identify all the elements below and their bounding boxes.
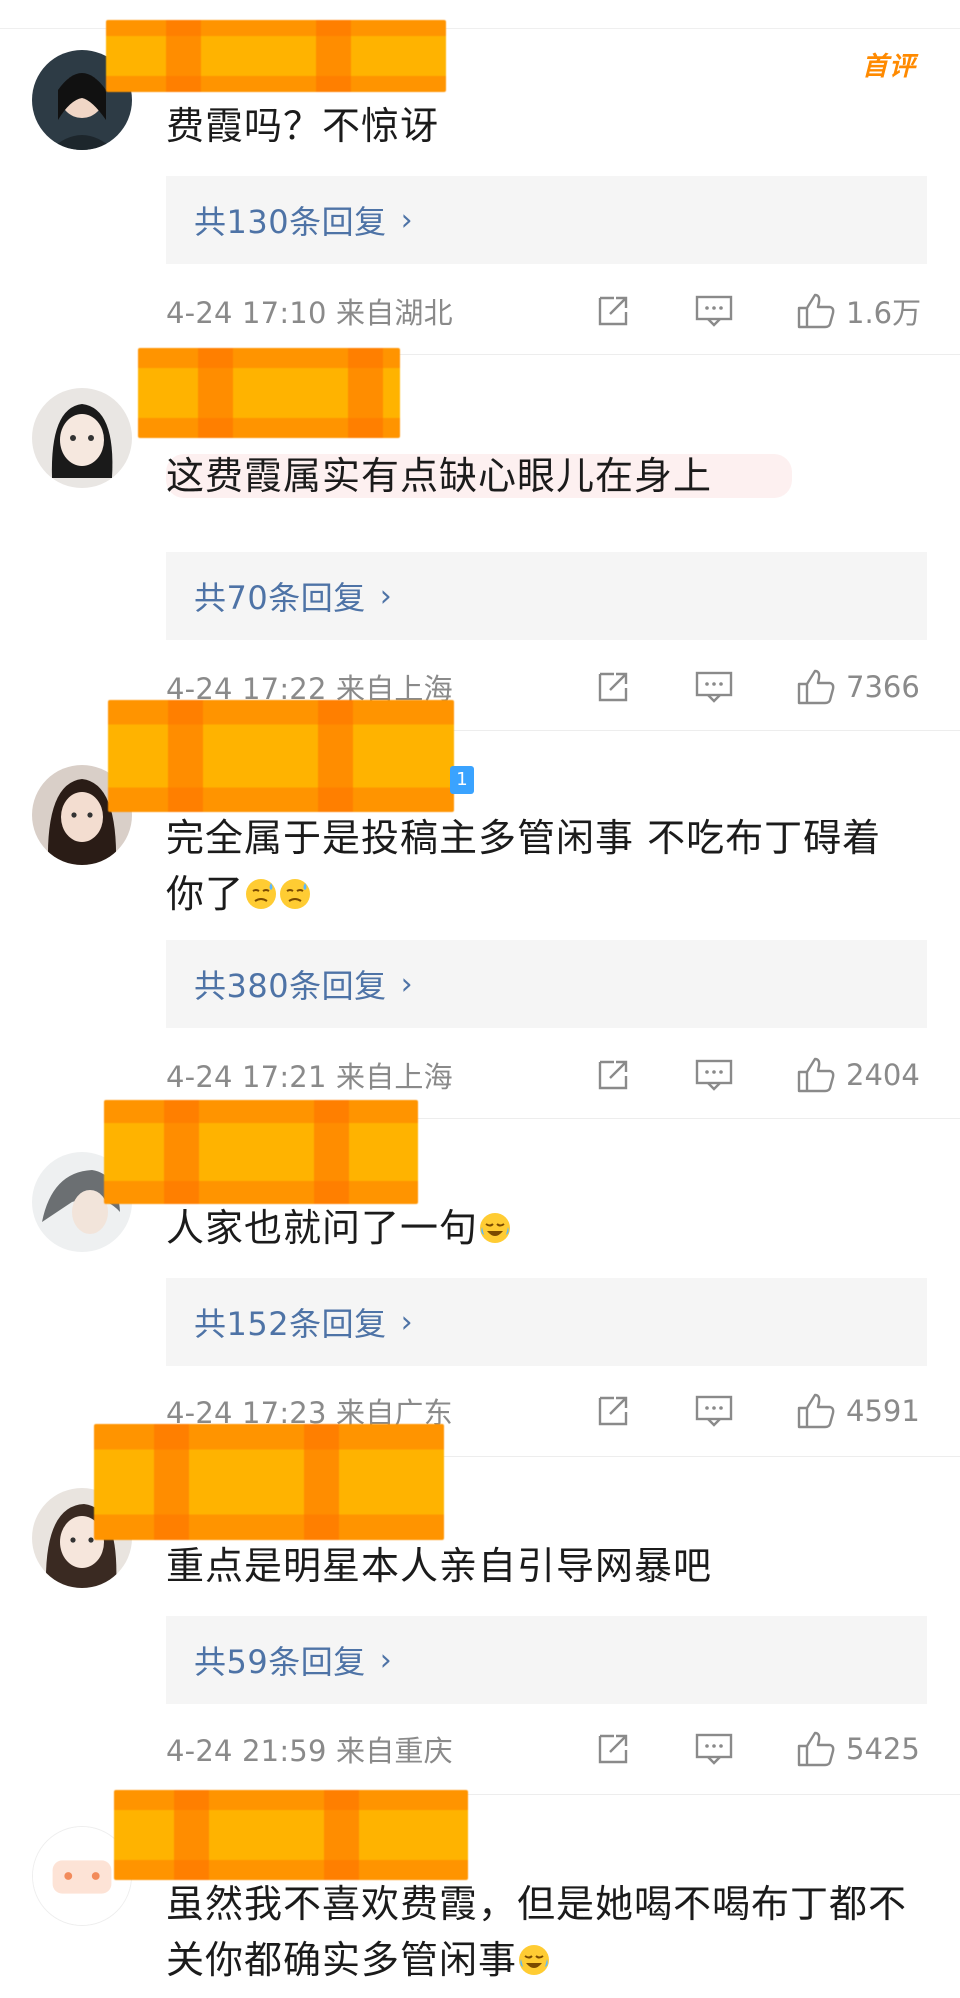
- comment-text-line-2: 你了: [166, 866, 920, 922]
- replies-link[interactable]: 共130条回复 ›: [166, 176, 927, 264]
- first-comment-badge: 首评: [861, 52, 916, 82]
- share-icon[interactable]: [594, 1058, 632, 1092]
- comment-text: 这费霞属实有点缺心眼儿在身上: [166, 448, 920, 504]
- comment-text: 虽然我不喜欢费霞，但是她喝不喝布丁都不 关你都确实多管闲事: [166, 1876, 920, 1988]
- replies-link[interactable]: 共380条回复 ›: [166, 940, 927, 1028]
- avatar[interactable]: [32, 388, 132, 488]
- username-redacted: [114, 1790, 468, 1880]
- username-redacted: [108, 700, 454, 812]
- replies-link[interactable]: 共152条回复 ›: [166, 1278, 927, 1366]
- replies-label: 共59条回复: [194, 1643, 366, 1681]
- chevron-right-icon: ›: [400, 202, 414, 238]
- chevron-right-icon: ›: [400, 966, 414, 1002]
- username-redacted: [104, 1100, 418, 1204]
- replies-label: 共130条回复: [194, 203, 387, 241]
- thumbs-up-icon: [797, 1393, 835, 1429]
- sweat-emoji-icon: [246, 879, 277, 909]
- share-icon[interactable]: [594, 1394, 632, 1428]
- comment-text: 重点是明星本人亲自引导网暴吧: [166, 1544, 713, 1588]
- chevron-right-icon: ›: [379, 1642, 393, 1678]
- like-count: 5425: [846, 1732, 920, 1766]
- share-icon[interactable]: [594, 670, 632, 704]
- crying-laughing-emoji-icon: [480, 1213, 511, 1243]
- comment-icon[interactable]: [694, 1058, 734, 1092]
- like-button[interactable]: 2404: [796, 1056, 920, 1094]
- share-icon[interactable]: [594, 1732, 632, 1766]
- like-button[interactable]: 5425: [796, 1730, 920, 1768]
- like-count: 2404: [846, 1058, 920, 1092]
- meta-row: 4-24 17:21 来自上海 2404: [166, 1050, 932, 1100]
- vip-badge: 1: [450, 766, 474, 794]
- comment-text-content: 这费霞属实有点缺心眼儿在身上: [166, 454, 793, 498]
- comment-text-line-2: 关你都确实多管闲事: [166, 1932, 920, 1988]
- thumbs-up-icon: [797, 1731, 835, 1767]
- username-redacted: [106, 20, 446, 92]
- chevron-right-icon: ›: [400, 1304, 414, 1340]
- like-button[interactable]: 1.6万: [796, 290, 921, 332]
- thumbs-up-icon: [797, 669, 835, 705]
- thumbs-up-icon: [797, 1057, 835, 1093]
- meta-row: 4-24 17:10 来自湖北 1.6万: [166, 286, 932, 336]
- comment-icon[interactable]: [694, 1732, 734, 1766]
- comment-text: 人家也就问了一句: [166, 1200, 920, 1256]
- like-button[interactable]: 7366: [796, 668, 920, 706]
- comment-icon[interactable]: [694, 670, 734, 704]
- comment-icon[interactable]: [694, 294, 734, 328]
- replies-label: 共380条回复: [194, 967, 387, 1005]
- replies-label: 共70条回复: [194, 579, 366, 617]
- comment-text: 费霞吗？不惊讶: [166, 104, 440, 148]
- like-count: 1.6万: [846, 296, 922, 330]
- chevron-right-icon: ›: [379, 578, 393, 614]
- like-count: 4591: [846, 1394, 920, 1428]
- comment-text-line-end: 关你都确实多管闲事: [166, 1938, 518, 1982]
- comment-text-content: 人家也就问了一句: [166, 1206, 479, 1250]
- comment-text-line: 虽然我不喜欢费霞，但是她喝不喝布丁都不: [166, 1882, 908, 1926]
- like-button[interactable]: 4591: [796, 1392, 920, 1430]
- meta-row: 4-24 21:59 来自重庆 5425: [166, 1724, 932, 1774]
- username-redacted: [94, 1424, 444, 1540]
- thumbs-up-icon: [797, 293, 835, 329]
- comment-text-line: 完全属于是投稿主多管闲事 不吃布丁碍着: [166, 816, 882, 860]
- replies-link[interactable]: 共70条回复 ›: [166, 552, 927, 640]
- comment-icon[interactable]: [694, 1394, 734, 1428]
- sweat-emoji-icon: [280, 879, 311, 909]
- username-redacted: [138, 348, 400, 438]
- replies-label: 共152条回复: [194, 1305, 387, 1343]
- comment-text: 完全属于是投稿主多管闲事 不吃布丁碍着 你了: [166, 810, 920, 922]
- like-count: 7366: [846, 670, 920, 704]
- comment-text-line-end: 你了: [166, 872, 245, 916]
- crying-laughing-emoji-icon: [519, 1945, 550, 1975]
- share-icon[interactable]: [594, 294, 632, 328]
- replies-link[interactable]: 共59条回复 ›: [166, 1616, 927, 1704]
